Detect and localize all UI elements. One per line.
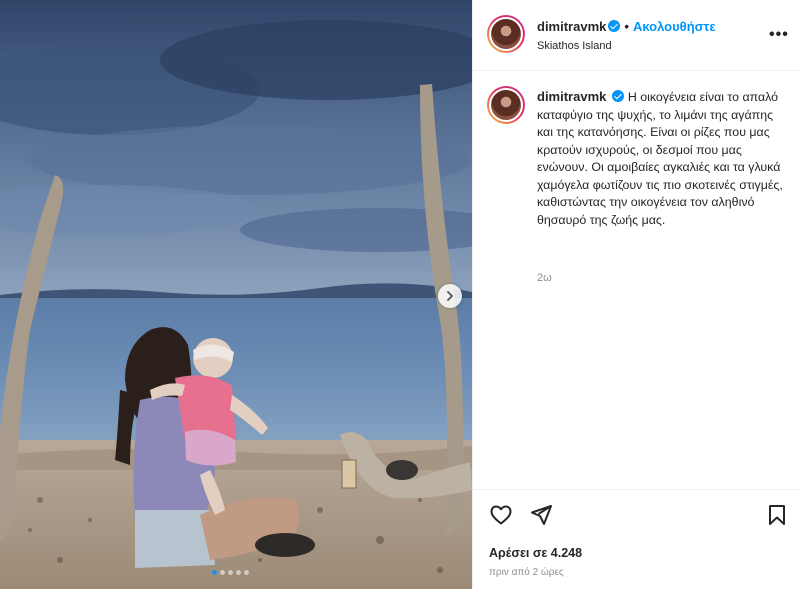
beach-photo <box>0 0 472 589</box>
caption-avatar[interactable] <box>487 86 525 124</box>
verified-badge-icon <box>612 90 625 102</box>
posted-time: πριν από 2 ώρες <box>489 567 564 578</box>
carousel-indicator <box>212 570 249 575</box>
next-image-button[interactable] <box>438 284 462 308</box>
instagram-post: dimitravmk • Ακολουθήστε Skiathos Island •… <box>0 0 800 589</box>
carousel-dot <box>212 570 217 575</box>
likes-count[interactable]: Αρέσει σε 4.248 <box>489 546 582 560</box>
heart-icon[interactable] <box>489 503 513 527</box>
profile-avatar[interactable] <box>487 15 525 53</box>
carousel-dot <box>220 570 225 575</box>
caption-time: 2ω <box>537 272 552 284</box>
post-location[interactable]: Skiathos Island <box>537 40 612 52</box>
caption-text: dimitravmk Η οικογένεια είναι το απαλό κ… <box>537 88 785 229</box>
verified-badge-icon <box>608 20 621 32</box>
caption-body: Η οικογένεια είναι το απαλό καταφύγιο τη… <box>537 90 783 227</box>
carousel-dot <box>244 570 249 575</box>
carousel-dot <box>236 570 241 575</box>
separator-dot: • <box>624 19 629 34</box>
action-bar: Αρέσει σε 4.248 πριν από 2 ώρες <box>473 489 800 590</box>
post-header: dimitravmk • Ακολουθήστε Skiathos Island •… <box>473 0 800 71</box>
post-photo[interactable] <box>0 0 472 589</box>
profile-username[interactable]: dimitravmk <box>537 19 606 34</box>
follow-button[interactable]: Ακολουθήστε <box>633 19 716 34</box>
paper-plane-icon[interactable] <box>529 503 553 527</box>
bookmark-icon[interactable] <box>766 503 788 527</box>
caption-username[interactable]: dimitravmk <box>537 89 606 104</box>
chevron-right-icon <box>447 291 453 301</box>
carousel-dot <box>228 570 233 575</box>
post-sidebar: dimitravmk • Ακολουθήστε Skiathos Island •… <box>472 0 800 589</box>
more-options-icon[interactable]: ••• <box>769 26 789 44</box>
